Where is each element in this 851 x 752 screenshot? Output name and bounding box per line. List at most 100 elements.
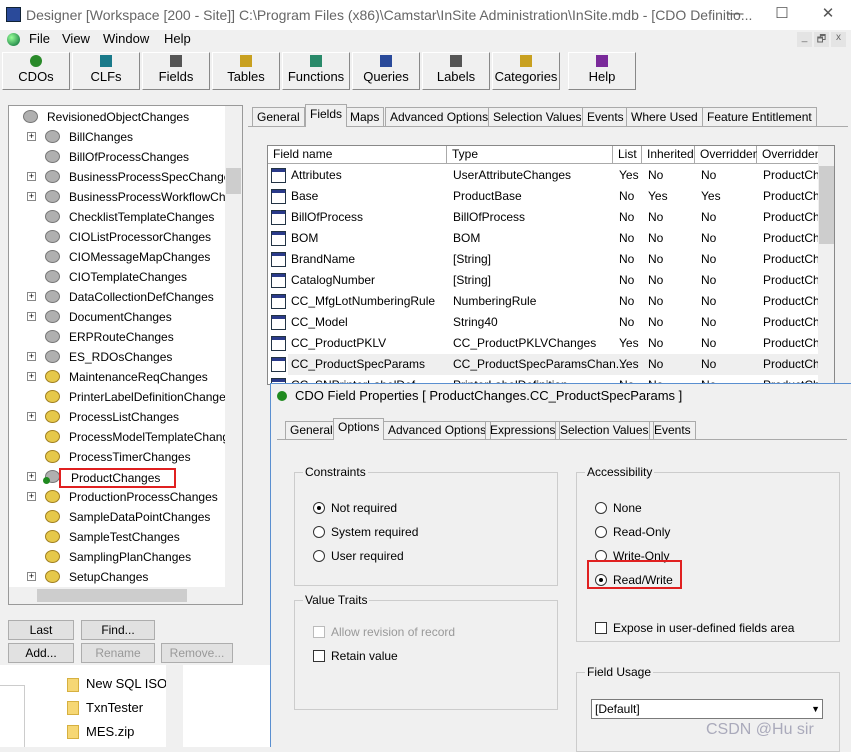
tree-item[interactable]: + ProductChanges xyxy=(9,467,225,488)
table-row[interactable]: BillOfProcess BillOfProcess No No No ProductC… xyxy=(268,207,820,228)
grid-scroll-thumb[interactable] xyxy=(819,166,834,244)
last-button[interactable]: Last xyxy=(8,620,74,640)
expand-icon[interactable]: + xyxy=(27,492,36,501)
explorer-item[interactable]: MES.zip xyxy=(86,724,134,739)
menu-help[interactable]: Help xyxy=(164,31,191,46)
tree-item[interactable]: + DocumentChanges xyxy=(9,307,225,327)
tab-general[interactable]: General xyxy=(252,107,305,126)
allow-revision-checkbox[interactable]: Allow revision of record xyxy=(313,625,455,639)
fields-grid[interactable]: Field name Type List Inherited Overridden Ove… xyxy=(267,145,835,385)
menu-view[interactable]: View xyxy=(62,31,90,46)
tree-item[interactable]: + ProductionProcessChanges xyxy=(9,487,225,507)
radio-user-required[interactable]: User required xyxy=(313,549,404,563)
table-row[interactable]: BOM BOM No No No ProductCh xyxy=(268,228,820,249)
tree-item[interactable]: SampleTestChanges xyxy=(9,527,225,547)
close-button[interactable]: ✕ xyxy=(805,0,851,30)
toolbar-labels-button[interactable]: Labels xyxy=(422,52,490,90)
table-row[interactable]: CC_ProductPKLV CC_ProductPKLVChanges Yes No… xyxy=(268,333,820,354)
table-row[interactable]: BrandName [String] No No No ProductCh xyxy=(268,249,820,270)
tree-item[interactable]: SampleDataPointChanges xyxy=(9,507,225,527)
tree-item[interactable]: ProcessTimerChanges xyxy=(9,447,225,467)
table-row[interactable]: CC_Model String40 No No No ProductCh xyxy=(268,312,820,333)
column-header[interactable]: Type xyxy=(447,146,613,164)
explorer-scrollbar[interactable] xyxy=(166,665,183,747)
tree-hscroll-thumb[interactable] xyxy=(37,589,187,602)
dialog-tab-options[interactable]: Options xyxy=(333,418,385,440)
rename-button[interactable]: Rename xyxy=(81,643,155,663)
tree-item[interactable]: ChecklistTemplateChanges xyxy=(9,207,225,227)
expand-icon[interactable]: + xyxy=(27,352,36,361)
dialog-tab-general[interactable]: General xyxy=(285,421,338,439)
toolbar-categories-button[interactable]: Categories xyxy=(492,52,560,90)
explorer-item[interactable]: New SQL ISO xyxy=(86,676,167,691)
radio-read-only[interactable]: Read-Only xyxy=(595,525,670,539)
tree-hscrollbar[interactable] xyxy=(9,587,225,604)
radio-system-required[interactable]: System required xyxy=(313,525,418,539)
find-button[interactable]: Find... xyxy=(81,620,155,640)
expand-icon[interactable]: + xyxy=(27,472,36,481)
menu-file[interactable]: File xyxy=(29,31,50,46)
toolbar-tables-button[interactable]: Tables xyxy=(212,52,280,90)
column-header[interactable]: List xyxy=(613,146,642,164)
mdi-restore-button[interactable]: 🗗 xyxy=(814,32,829,47)
toolbar-help-button[interactable]: Help xyxy=(568,52,636,90)
tree-item[interactable]: BillOfProcessChanges xyxy=(9,147,225,167)
tree-item[interactable]: ProcessModelTemplateChanges xyxy=(9,427,242,447)
tree-item[interactable]: PrinterLabelDefinitionChanges xyxy=(9,387,232,407)
cdo-tree[interactable]: RevisionedObjectChanges + BillChanges Bill… xyxy=(8,105,243,605)
mdi-close-button[interactable]: x xyxy=(831,32,846,47)
tree-scrollbar[interactable] xyxy=(225,106,242,604)
tree-item[interactable]: CIOMessageMapChanges xyxy=(9,247,225,267)
tree-item[interactable]: + DataCollectionDefChanges xyxy=(9,287,225,307)
tree-item[interactable]: + MaintenanceReqChanges xyxy=(9,367,225,387)
expose-checkbox[interactable]: Expose in user-defined fields area xyxy=(595,621,794,635)
dialog-tab-advanced-options[interactable]: Advanced Options xyxy=(383,421,492,439)
tab-where-used[interactable]: Where Used xyxy=(626,107,703,126)
toolbar-queries-button[interactable]: Queries xyxy=(352,52,420,90)
mdi-minimize-button[interactable]: _ xyxy=(797,32,812,47)
table-row[interactable]: Base ProductBase No Yes Yes ProductCh xyxy=(268,186,820,207)
expand-icon[interactable]: + xyxy=(27,372,36,381)
column-header[interactable]: Overridden xyxy=(757,146,827,164)
tree-item[interactable]: ERPRouteChanges xyxy=(9,327,225,347)
expand-icon[interactable]: + xyxy=(27,192,36,201)
field-usage-select[interactable]: [Default] ▼ xyxy=(591,699,823,719)
dialog-tab-events[interactable]: Events xyxy=(649,421,696,439)
expand-icon[interactable]: + xyxy=(27,132,36,141)
expand-icon[interactable]: + xyxy=(27,572,36,581)
tab-advanced-options[interactable]: Advanced Options xyxy=(385,107,494,126)
column-header[interactable]: Overridden xyxy=(695,146,759,164)
tab-selection-values[interactable]: Selection Values xyxy=(488,107,587,126)
maximize-button[interactable]: ☐ xyxy=(759,0,805,30)
tree-item[interactable]: + SetupChanges xyxy=(9,567,225,587)
toolbar-functions-button[interactable]: Functions xyxy=(282,52,350,90)
toolbar-fields-button[interactable]: Fields xyxy=(142,52,210,90)
column-header[interactable]: Field name xyxy=(268,146,447,164)
menu-window[interactable]: Window xyxy=(103,31,149,46)
tab-events[interactable]: Events xyxy=(582,107,629,126)
tab-maps[interactable]: Maps xyxy=(345,107,385,126)
tree-item[interactable]: + BusinessProcessSpecChanges xyxy=(9,167,236,187)
tab-fields[interactable]: Fields xyxy=(305,104,348,127)
table-row[interactable]: CC_MfgLotNumberingRule NumberingRule No No N… xyxy=(268,291,820,312)
minimize-button[interactable]: — xyxy=(713,0,759,30)
tree-item[interactable]: SamplingPlanChanges xyxy=(9,547,225,567)
tree-scroll-thumb[interactable] xyxy=(226,168,241,194)
table-row[interactable]: CatalogNumber [String] No No No ProductCh xyxy=(268,270,820,291)
grid-scrollbar[interactable] xyxy=(818,146,834,384)
table-row[interactable]: Attributes UserAttributeChanges Yes No No Pro… xyxy=(268,165,820,186)
tab-feature-entitlement[interactable]: Feature Entitlement xyxy=(702,107,817,126)
explorer-item[interactable]: TxnTester xyxy=(86,700,143,715)
expand-icon[interactable]: + xyxy=(27,292,36,301)
expand-icon[interactable]: + xyxy=(27,172,36,181)
radio-none[interactable]: None xyxy=(595,501,642,515)
toolbar-clfs-button[interactable]: CLFs xyxy=(72,52,140,90)
dialog-tab-expressions[interactable]: Expressions xyxy=(485,421,561,439)
tree-item[interactable]: + ProcessListChanges xyxy=(9,407,225,427)
expand-icon[interactable]: + xyxy=(27,312,36,321)
radio-not-required[interactable]: Not required xyxy=(313,501,397,515)
tree-item[interactable]: CIOTemplateChanges xyxy=(9,267,225,287)
expand-icon[interactable]: + xyxy=(27,412,36,421)
tree-item[interactable]: + ES_RDOsChanges xyxy=(9,347,225,367)
retain-value-checkbox[interactable]: Retain value xyxy=(313,649,398,663)
